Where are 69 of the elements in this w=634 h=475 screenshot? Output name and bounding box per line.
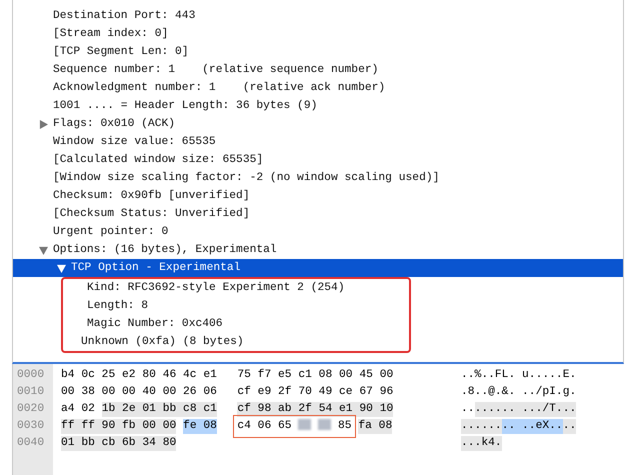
tree-label: [Window size scaling factor: -2 (no window scaling used)]: [53, 170, 440, 186]
tree-label: [Checksum Status: Unverified]: [53, 206, 250, 222]
hex-bytes[interactable]: 00 38 00 00 40 00 26 06: [61, 385, 217, 400]
tree-row[interactable]: [TCP Segment Len: 0]: [13, 43, 623, 61]
hex-bytes[interactable]: cf e9 2f 70 49 ce 67 96: [237, 385, 394, 400]
tree-label: Sequence number: 1 (relative sequence number): [53, 62, 378, 78]
tree-label: [TCP Segment Len: 0]: [53, 44, 189, 60]
ascii-text[interactable]: ...... .../T...: [474, 402, 576, 417]
ascii-text[interactable]: ......: [461, 419, 502, 434]
hex-bytes[interactable]: 1b 2e 01 bb c8 c1: [102, 402, 217, 417]
tree-label: 1001 .... = Header Length: 36 bytes (9): [53, 98, 318, 114]
expand-triangle-icon[interactable]: [39, 120, 48, 128]
tree-row[interactable]: Unknown (0xfa) (8 bytes): [63, 333, 409, 351]
hex-bytes[interactable]: fa 08: [358, 419, 392, 434]
tree-row[interactable]: Destination Port: 443: [13, 7, 623, 25]
hex-bytes[interactable]: 01 bb cb 6b 34 80: [61, 436, 176, 451]
hex-bytes[interactable]: a4 02: [61, 402, 95, 417]
tree-label: Acknowledgment number: 1 (relative ack number): [53, 80, 386, 96]
tree-row[interactable]: Flags: 0x010 (ACK): [13, 115, 623, 133]
tree-label: Urgent pointer: 0: [53, 224, 168, 240]
tree-row[interactable]: TCP Option - Experimental: [13, 259, 623, 277]
offset-label: 0030: [16, 419, 46, 434]
hex-bytes[interactable]: 85: [338, 419, 352, 434]
ascii-text[interactable]: .. ..eX..: [502, 419, 563, 434]
tree-row[interactable]: Window size value: 65535: [13, 133, 623, 151]
tree-row[interactable]: Length: 8: [63, 297, 409, 315]
ascii-text[interactable]: .8..@.&. ../pI.g.: [461, 385, 576, 400]
tree-row[interactable]: Urgent pointer: 0: [13, 223, 623, 241]
tree-label: Options: (16 bytes), Experimental: [53, 242, 277, 258]
offset-label: 0040: [16, 436, 46, 451]
tree-row[interactable]: [Calculated window size: 65535]: [13, 151, 623, 169]
hex-bytes[interactable]: b4 0c 25 e2 80 46 4c e1: [61, 368, 217, 383]
tree-label: Kind: RFC3692-style Experiment 2 (254): [87, 280, 345, 296]
tree-row[interactable]: [Stream index: 0]: [13, 25, 623, 43]
tree-row[interactable]: [Window size scaling factor: -2 (no window scaling used)]: [13, 169, 623, 187]
tree-label: [Calculated window size: 65535]: [53, 152, 264, 168]
ascii-text[interactable]: ..: [461, 402, 475, 417]
collapse-triangle-icon[interactable]: [57, 264, 66, 272]
tree-label: Length: 8: [87, 298, 148, 314]
tree-label: Destination Port: 443: [53, 8, 196, 24]
offset-label: 0010: [16, 385, 46, 400]
tree-label: Flags: 0x010 (ACK): [53, 116, 176, 132]
ascii-text[interactable]: ..%..FL. u.....E.: [461, 368, 576, 383]
tree-label: Window size value: 65535: [53, 134, 216, 150]
ascii-text[interactable]: ...k4.: [461, 436, 502, 451]
hex-bytes[interactable]: c4 06 65: [237, 419, 292, 434]
tree-label: [Stream index: 0]: [53, 26, 168, 42]
hex-bytes[interactable]: ff ff 90 fb 00 00: [61, 419, 176, 434]
tree-label: TCP Option - Experimental: [71, 260, 240, 276]
tree-row[interactable]: Checksum: 0x90fb [unverified]: [13, 187, 623, 205]
tree-row[interactable]: Sequence number: 1 (relative sequence number): [13, 61, 623, 79]
ascii-text[interactable]: ..: [562, 419, 576, 434]
tree-label: Magic Number: 0xc406: [87, 316, 223, 332]
tree-label: Checksum: 0x90fb [unverified]: [53, 188, 250, 204]
tree-label: Unknown (0xfa) (8 bytes): [81, 334, 244, 350]
hex-bytes[interactable]: cf 98 ab 2f 54 e1 90 10: [237, 402, 394, 417]
tree-row[interactable]: [Checksum Status: Unverified]: [13, 205, 623, 223]
tree-row[interactable]: Options: (16 bytes), Experimental: [13, 241, 623, 259]
tree-row[interactable]: Magic Number: 0xc406: [63, 315, 409, 333]
tree-row[interactable]: Acknowledgment number: 1 (relative ack number): [13, 79, 623, 97]
tree-row[interactable]: 1001 .... = Header Length: 36 bytes (9): [13, 97, 623, 115]
collapse-triangle-icon[interactable]: [39, 246, 48, 254]
hex-bytes[interactable]: 75 f7 e5 c1 08 00 45 00: [237, 368, 394, 383]
redacted-block: [298, 419, 312, 430]
offset-label: 0000: [16, 368, 46, 383]
offset-label: 0020: [16, 402, 46, 417]
tree-row[interactable]: Kind: RFC3692-style Experiment 2 (254): [63, 279, 409, 297]
hex-bytes[interactable]: fe 08: [183, 419, 217, 434]
redacted-block: [318, 419, 332, 430]
